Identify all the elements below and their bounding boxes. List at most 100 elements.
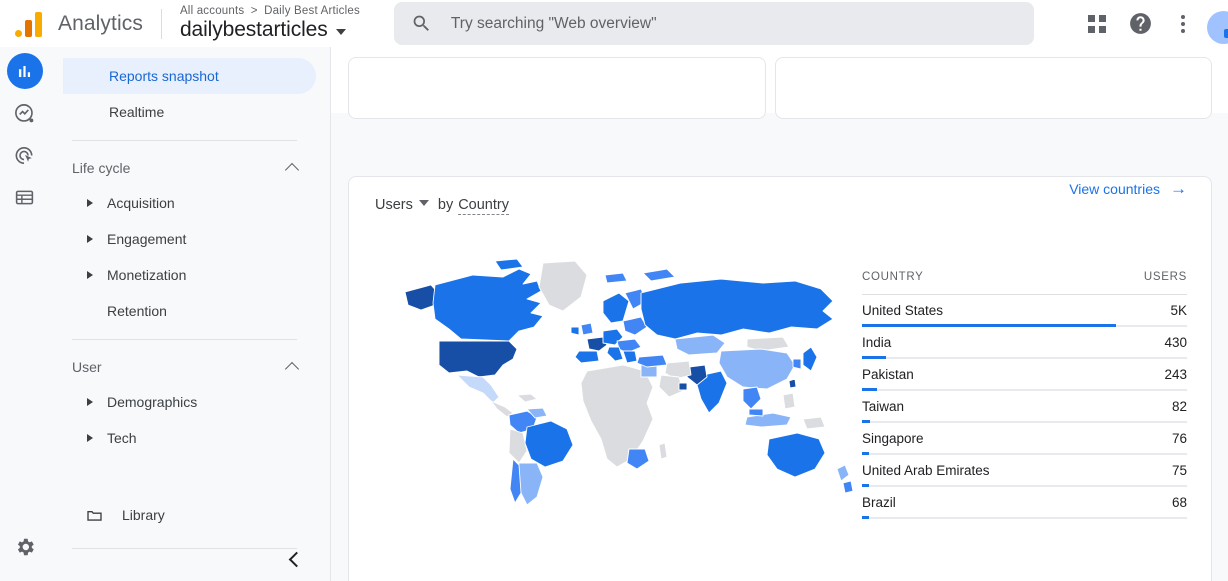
cell-users: 82 — [1171, 399, 1187, 414]
top-bar-actions — [1077, 4, 1228, 44]
folder-icon — [85, 506, 104, 525]
sidebar-item-demographics[interactable]: Demographics — [63, 384, 316, 420]
chevron-down-icon[interactable] — [335, 28, 346, 35]
metric-selector-label[interactable]: Users — [375, 197, 413, 213]
by-label: by — [437, 197, 454, 213]
view-countries-label: View countries — [1069, 180, 1160, 197]
brand-title: Analytics — [58, 11, 143, 35]
sidebar-item-label: Retention — [107, 303, 167, 319]
table-row[interactable]: Pakistan 243 — [862, 359, 1187, 391]
sidebar-item-monetization[interactable]: Monetization — [63, 257, 316, 293]
table-header-row: COUNTRY USERS — [862, 271, 1187, 295]
table-row[interactable]: United Arab Emirates 75 — [862, 455, 1187, 487]
search-input[interactable]: Try searching "Web overview" — [393, 2, 1034, 45]
breadcrumb: All accounts > Daily Best Articles — [180, 5, 360, 17]
sidebar-item-label: Acquisition — [107, 195, 175, 211]
table-row[interactable]: Taiwan 82 — [862, 391, 1187, 423]
cell-users: 75 — [1171, 463, 1187, 478]
cell-country: United States — [862, 303, 944, 318]
table-row[interactable]: Singapore 76 — [862, 423, 1187, 455]
account-selector[interactable]: All accounts > Daily Best Articles daily… — [180, 5, 360, 42]
chevron-down-icon[interactable] — [418, 200, 429, 206]
cell-country: United Arab Emirates — [862, 463, 990, 478]
settings-gear-icon[interactable] — [7, 529, 43, 565]
chevron-up-icon[interactable] — [284, 162, 300, 178]
advertising-icon — [15, 146, 33, 164]
help-icon[interactable] — [1120, 4, 1160, 44]
cell-country: Pakistan — [862, 367, 914, 382]
user-avatar[interactable] — [1207, 10, 1228, 44]
sidebar-group-label: User — [72, 359, 102, 375]
bar-fill — [862, 516, 869, 519]
sidebar-item-acquisition[interactable]: Acquisition — [63, 185, 316, 221]
property-name: dailybestarticles — [179, 18, 328, 41]
breadcrumb-account[interactable]: Daily Best Articles — [264, 5, 360, 17]
cell-users: 68 — [1171, 495, 1187, 510]
breadcrumb-separator: > — [250, 5, 258, 17]
triangle-right-icon — [87, 271, 93, 279]
triangle-right-icon — [87, 199, 93, 207]
sidebar-divider — [72, 339, 297, 340]
cell-country: Singapore — [862, 431, 924, 446]
configure-icon — [15, 190, 34, 204]
sidebar-item-realtime[interactable]: Realtime — [63, 94, 316, 130]
sidebar-group-label: Life cycle — [72, 160, 131, 176]
cell-users: 430 — [1164, 335, 1187, 350]
rail-item-reports[interactable] — [6, 53, 43, 89]
table-row[interactable]: India 430 — [862, 327, 1187, 359]
sidebar-item-retention[interactable]: Retention — [63, 293, 316, 329]
triangle-right-icon — [87, 235, 93, 243]
bar-track — [862, 517, 1187, 519]
triangle-right-icon — [87, 434, 93, 442]
apps-grid-icon[interactable] — [1077, 4, 1117, 44]
arrow-right-icon: → — [1170, 179, 1187, 198]
more-vert-icon[interactable] — [1163, 4, 1203, 44]
table-row[interactable]: United States 5K — [862, 295, 1187, 327]
sidebar-item-library[interactable]: Library — [63, 496, 316, 534]
cell-country: Brazil — [862, 495, 896, 510]
chevron-up-icon[interactable] — [284, 361, 300, 377]
reports-icon — [18, 65, 31, 77]
sidebar-group-life-cycle[interactable]: Life cycle — [72, 151, 300, 185]
cell-users: 5K — [1170, 303, 1187, 318]
property-row[interactable]: dailybestarticles — [180, 18, 360, 42]
cell-country: Taiwan — [862, 399, 905, 414]
explore-icon — [15, 103, 34, 122]
google-analytics-logo-icon — [14, 9, 48, 39]
world-map-chart[interactable] — [391, 253, 861, 511]
icon-rail — [0, 47, 49, 581]
collapse-sidebar-row — [49, 537, 330, 581]
dimension-selector[interactable]: Country — [458, 197, 509, 215]
collapse-sidebar-icon[interactable] — [288, 551, 305, 567]
main-content: Reports snapshot A + Custom Jan 27 - Feb… — [331, 47, 1228, 581]
table-row[interactable]: Brazil 68 — [862, 487, 1187, 519]
sidebar-item-reports-snapshot[interactable]: Reports snapshot — [63, 58, 316, 94]
breadcrumb-root[interactable]: All accounts — [180, 5, 244, 17]
search-icon — [411, 13, 432, 34]
sidebar-item-tech[interactable]: Tech — [63, 420, 316, 456]
rail-item-configure[interactable] — [7, 179, 43, 215]
card-above-left[interactable] — [348, 57, 766, 119]
rail-item-advertising[interactable] — [7, 137, 43, 173]
rail-item-explore[interactable] — [7, 95, 43, 131]
sidebar-nav: Reports snapshot Realtime Life cycle Acq… — [49, 47, 331, 581]
cell-users: 76 — [1171, 431, 1187, 446]
report-scroll-area: Users by Country COUNTRY USERS United St… — [331, 57, 1228, 581]
top-bar: Analytics All accounts > Daily Best Arti… — [0, 0, 1228, 47]
cell-users: 243 — [1164, 367, 1187, 382]
sidebar-item-label: Reports snapshot — [109, 68, 219, 84]
card-above-right[interactable] — [775, 57, 1212, 119]
search-placeholder: Try searching "Web overview" — [450, 14, 657, 32]
sidebar-item-label: Monetization — [107, 267, 187, 283]
view-countries-link[interactable]: View countries → — [1069, 180, 1187, 197]
sidebar-item-label: Demographics — [107, 394, 198, 410]
cell-country: India — [862, 335, 892, 350]
column-header-country: COUNTRY — [862, 271, 924, 283]
column-header-users: USERS — [1143, 271, 1187, 283]
sidebar-group-user[interactable]: User — [72, 350, 300, 384]
triangle-right-icon — [87, 398, 93, 406]
sidebar-item-engagement[interactable]: Engagement — [63, 221, 316, 257]
sidebar-item-label: Library — [122, 507, 165, 523]
header-divider — [160, 8, 162, 39]
users-by-country-card: Users by Country COUNTRY USERS United St… — [348, 176, 1212, 581]
